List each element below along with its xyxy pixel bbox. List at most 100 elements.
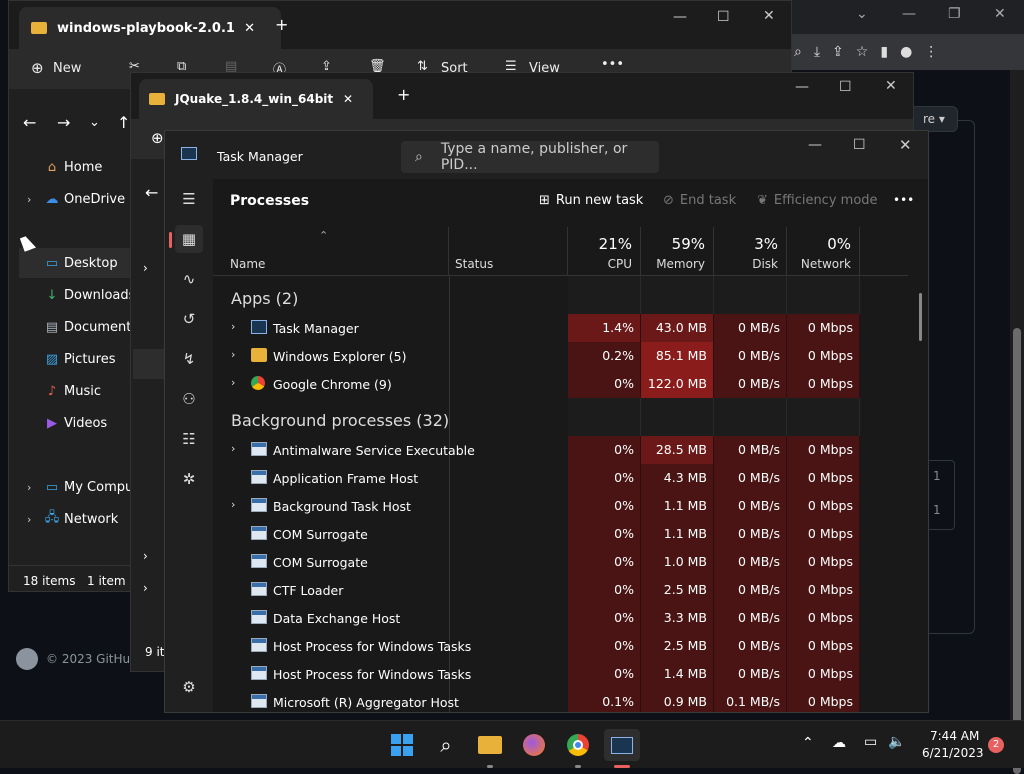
monitor-icon[interactable]: ▭ <box>864 734 877 750</box>
column-disk[interactable]: 3% Disk <box>714 227 787 275</box>
services-icon[interactable]: ✲ <box>175 465 203 493</box>
up-arrow-icon[interactable]: ↑ <box>117 113 130 132</box>
expand-chevron-icon[interactable]: › <box>143 549 148 563</box>
search-icon[interactable]: ⌕ <box>794 44 802 60</box>
minimize-button[interactable]: — <box>673 9 687 25</box>
more-icon[interactable]: ••• <box>601 57 624 72</box>
sidebar-item-onedrive[interactable]: › ☁ OneDrive <box>9 184 139 214</box>
column-status[interactable]: Status <box>449 227 568 275</box>
scroll-thumb[interactable] <box>1013 328 1021 774</box>
sidebar-item-downloads[interactable]: ↓ Downloads <box>9 280 139 310</box>
hamburger-icon[interactable]: ☰ <box>175 185 203 213</box>
chevron-up-icon[interactable]: ⌃ <box>802 735 814 751</box>
table-row[interactable]: Host Process for Windows Tasks 0% 2.5 MB 0 … <box>213 632 908 660</box>
column-cpu[interactable]: 21% CPU <box>568 227 641 275</box>
table-row[interactable]: Host Process for Windows Tasks 0% 1.4 MB 0 … <box>213 660 908 688</box>
maximize-button[interactable]: ☐ <box>717 9 730 25</box>
sidebar-item-videos[interactable]: ▶ Videos <box>9 408 139 438</box>
search-input[interactable]: Type a name, publisher, or PID... <box>441 141 659 173</box>
chrome-taskbar-button[interactable] <box>562 729 594 761</box>
menu-icon[interactable]: ⋮ <box>924 44 938 60</box>
sidebar-item-network[interactable]: › 🖧 Network <box>9 504 139 534</box>
close-button[interactable]: ✕ <box>763 8 775 24</box>
table-row[interactable]: › Background Task Host 0% 1.1 MB 0 MB/s 0 Mbp… <box>213 492 908 520</box>
table-row[interactable]: COM Surrogate 0% 1.0 MB 0 MB/s 0 Mbps <box>213 548 908 576</box>
close-button[interactable]: ✕ <box>994 6 1006 22</box>
chevron-right-icon[interactable]: › <box>27 481 31 494</box>
explorer2-tab[interactable]: JQuake_1.8.4_win_64bit ✕ <box>139 79 373 119</box>
close-button[interactable]: ✕ <box>885 78 897 94</box>
search-box[interactable]: ⌕ Type a name, publisher, or PID... <box>401 141 659 173</box>
table-row[interactable]: Data Exchange Host 0% 3.3 MB 0 MB/s 0 Mbps <box>213 604 908 632</box>
task-manager-taskbar-button[interactable] <box>604 729 640 761</box>
new-icon[interactable]: ⊕ <box>31 59 44 77</box>
startup-icon[interactable]: ↯ <box>175 345 203 373</box>
efficiency-mode-button[interactable]: ❦ Efficiency mode <box>757 193 878 208</box>
table-row[interactable]: Microsoft (R) Aggregator Host 0.1% 0.9 MB 0… <box>213 688 908 712</box>
share-icon[interactable]: ⇪ <box>832 44 844 60</box>
notification-badge[interactable]: 2 <box>988 737 1004 753</box>
minimize-button[interactable]: — <box>902 6 916 22</box>
end-task-button[interactable]: ⊘ End task <box>663 193 736 208</box>
details-icon[interactable]: ☷ <box>175 425 203 453</box>
history-icon[interactable]: ↺ <box>175 305 203 333</box>
performance-icon[interactable]: ∿ <box>175 265 203 293</box>
table-row[interactable]: › Windows Explorer (5) 0.2% 85.1 MB 0 MB/s 0 … <box>213 342 908 370</box>
settings-icon[interactable]: ⚙ <box>175 673 203 701</box>
table-row[interactable]: › Antimalware Service Executable 0% 28.5 MB… <box>213 436 908 464</box>
back-arrow-icon[interactable]: ← <box>23 113 36 132</box>
sidebar-item-desktop[interactable]: ▭ Desktop <box>19 248 139 278</box>
close-tab-icon[interactable]: ✕ <box>244 21 255 36</box>
more-icon[interactable]: ••• <box>893 193 914 207</box>
explorer-tab[interactable]: windows-playbook-2.0.1 ✕ <box>19 7 281 49</box>
sidebar-item-documents[interactable]: ▤ Documents <box>9 312 139 342</box>
expand-chevron-icon[interactable]: › <box>231 348 235 361</box>
sidebar-icon[interactable]: ▮ <box>880 44 888 60</box>
collapse-icon[interactable]: ⌄ <box>856 6 868 22</box>
table-row[interactable]: Application Frame Host 0% 4.3 MB 0 MB/s 0 Mb… <box>213 464 908 492</box>
expand-chevron-icon[interactable]: › <box>143 261 148 275</box>
forward-arrow-icon[interactable]: → <box>57 113 70 132</box>
maximize-button[interactable]: ☐ <box>853 137 866 153</box>
add-tab-icon[interactable]: + <box>397 85 410 104</box>
search-icon[interactable]: ⌕ <box>430 729 462 761</box>
restore-button[interactable]: ❐ <box>948 6 961 22</box>
firefox-taskbar-button[interactable] <box>518 729 550 761</box>
sidebar-item-music[interactable]: ♪ Music <box>9 376 139 406</box>
cloud-icon[interactable]: ☁ <box>832 735 846 751</box>
column-name[interactable]: Name <box>213 227 449 275</box>
close-button[interactable]: ✕ <box>899 136 912 154</box>
sidebar-item-my-compute[interactable]: › ▭ My Compute <box>9 472 146 502</box>
sidebar-item-pictures[interactable]: ▨ Pictures <box>9 344 139 374</box>
maximize-button[interactable]: ☐ <box>839 79 852 95</box>
table-row[interactable]: COM Surrogate 0% 1.1 MB 0 MB/s 0 Mbps <box>213 520 908 548</box>
users-icon[interactable]: ⚇ <box>175 385 203 413</box>
star-icon[interactable]: ☆ <box>856 44 869 60</box>
processes-icon[interactable]: ▦ <box>175 225 203 253</box>
expand-chevron-icon[interactable]: › <box>143 581 148 595</box>
column-network[interactable]: 0% Network <box>787 227 860 275</box>
back-arrow-icon[interactable]: ← <box>145 183 158 202</box>
column-memory[interactable]: 59% Memory <box>641 227 714 275</box>
run-new-task-button[interactable]: ⊞ Run new task <box>539 193 643 208</box>
chevron-down-icon[interactable]: ⌄ <box>89 115 100 130</box>
table-row[interactable]: › Google Chrome (9) 0% 122.0 MB 0 MB/s 0 Mbps <box>213 370 908 398</box>
minimize-button[interactable]: — <box>808 137 822 153</box>
expand-chevron-icon[interactable]: › <box>231 442 235 455</box>
minimize-button[interactable]: — <box>795 79 809 95</box>
expand-chevron-icon[interactable]: › <box>231 498 235 511</box>
expand-chevron-icon[interactable]: › <box>231 320 235 333</box>
add-tab-icon[interactable]: + <box>275 15 288 34</box>
file-explorer-taskbar-button[interactable] <box>474 729 506 761</box>
sidebar-item-home[interactable]: ⌂ Home <box>9 152 139 182</box>
volume-icon[interactable]: 🔈 <box>888 734 905 750</box>
table-row[interactable]: CTF Loader 0% 2.5 MB 0 MB/s 0 Mbps <box>213 576 908 604</box>
list-scrollbar[interactable] <box>919 293 922 341</box>
table-row[interactable]: › Task Manager 1.4% 43.0 MB 0 MB/s 0 Mbps <box>213 314 908 342</box>
profile-icon[interactable]: ● <box>900 44 912 60</box>
clock-date[interactable]: 6/21/2023 <box>922 746 984 760</box>
expand-chevron-icon[interactable]: › <box>231 376 235 389</box>
clock-time[interactable]: 7:44 AM <box>930 729 979 743</box>
chevron-right-icon[interactable]: › <box>27 193 31 206</box>
new-icon[interactable]: ⊕ <box>151 129 164 147</box>
